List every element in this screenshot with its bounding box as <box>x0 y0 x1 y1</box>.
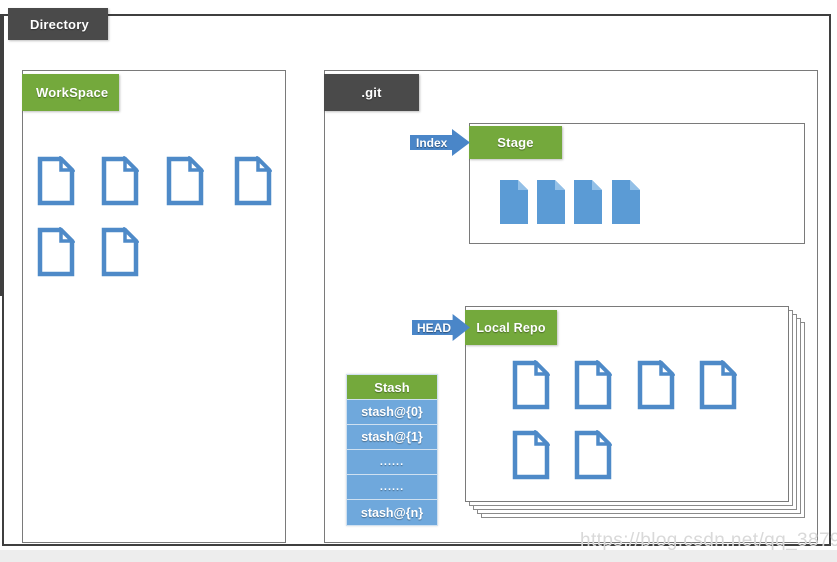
watermark: https://blog.csdn.net/qq_38795077 <box>580 530 837 551</box>
file-icon-outline <box>37 227 75 277</box>
git-tab-label: .git <box>361 85 382 100</box>
stash-row-label: ...... <box>379 456 405 468</box>
stage-tab[interactable]: Stage <box>469 126 562 159</box>
stash-row-label: stash@{1} <box>361 430 423 444</box>
stash-row[interactable]: stash@{0} <box>347 400 437 425</box>
file-icon-outline <box>101 227 139 277</box>
directory-tab[interactable]: Directory <box>8 8 108 40</box>
stash-row[interactable]: stash@{1} <box>347 425 437 450</box>
file-icon-filled <box>500 180 528 224</box>
file-icon-outline <box>574 430 612 480</box>
stage-tab-label: Stage <box>497 135 534 150</box>
stash-row-label: stash@{n} <box>360 505 424 520</box>
file-icon-outline <box>234 156 272 206</box>
stash-row[interactable]: ...... <box>347 475 437 500</box>
file-icon-outline <box>574 360 612 410</box>
diagram-canvas: Directory WorkSpace .git Stage Index Loc… <box>0 0 837 562</box>
stash-table: Stash stash@{0} stash@{1} ...... ...... … <box>346 374 438 526</box>
file-icon-outline <box>637 360 675 410</box>
index-arrow-label: Index <box>416 135 448 150</box>
file-icon-outline <box>101 156 139 206</box>
file-icon-outline <box>166 156 204 206</box>
git-tab[interactable]: .git <box>324 74 419 111</box>
file-icon-filled <box>537 180 565 224</box>
stash-row-label: ...... <box>379 481 405 493</box>
stash-header-label: Stash <box>374 379 410 395</box>
file-icon-outline <box>512 430 550 480</box>
workspace-tab[interactable]: WorkSpace <box>22 74 119 111</box>
workspace-panel <box>22 70 286 543</box>
file-icon-outline <box>699 360 737 410</box>
local-repo-tab[interactable]: Local Repo <box>465 310 557 345</box>
stash-table-header: Stash <box>347 375 437 400</box>
file-icon-outline <box>37 156 75 206</box>
file-icon-filled <box>612 180 640 224</box>
head-arrow-label: HEAD <box>417 320 452 335</box>
file-icon-filled <box>574 180 602 224</box>
directory-tab-label: Directory <box>30 16 89 32</box>
workspace-tab-label: WorkSpace <box>36 85 109 100</box>
file-icon-outline <box>512 360 550 410</box>
stash-row[interactable]: ...... <box>347 450 437 475</box>
local-repo-tab-label: Local Repo <box>476 320 546 335</box>
stash-row[interactable]: stash@{n} <box>347 500 437 525</box>
stash-row-label: stash@{0} <box>361 405 423 419</box>
